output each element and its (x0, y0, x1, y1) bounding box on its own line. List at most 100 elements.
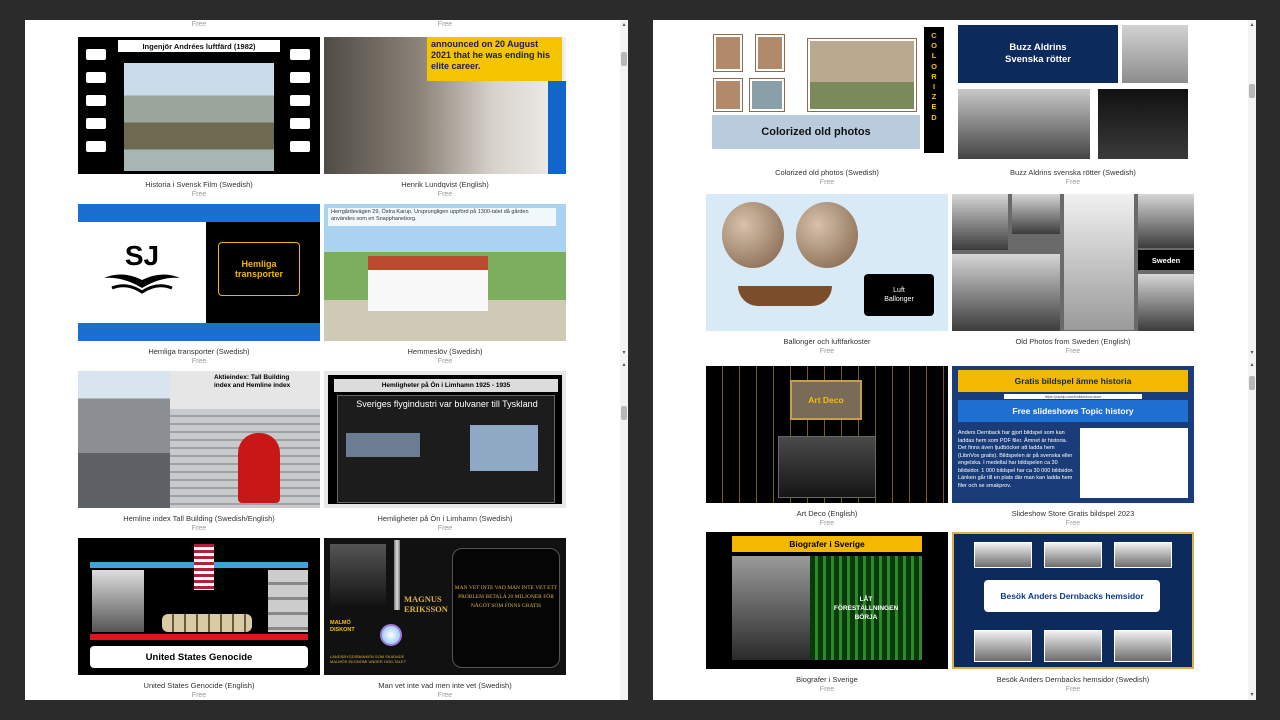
thumbnail-decoration (548, 81, 566, 174)
thumbnail-photo (1114, 630, 1172, 662)
sj-logo: SJ (100, 236, 184, 302)
vertical-letter: I (932, 82, 936, 92)
scroll-thumb[interactable] (1249, 84, 1255, 98)
product-card-ballonger[interactable]: Luft Ballonger Ballonger och luftfarkost… (706, 194, 948, 355)
product-title[interactable]: Hemline index Tall Building (Swedish/Eng… (78, 514, 320, 523)
product-card-historia-film[interactable]: Ingenjör Andrées luftfärd (1982) Histori… (78, 37, 320, 198)
scroll-up-icon[interactable]: ▴ (621, 362, 627, 368)
thumbnail-photo (1044, 542, 1102, 568)
price-label: Free (437, 525, 453, 532)
scroll-down-icon[interactable]: ▾ (621, 350, 627, 356)
thumbnail-caption: Herrgårdevägen 29, Östra Karup, Ursprung… (328, 208, 556, 226)
thumbnail-title: United States Genocide (90, 646, 308, 668)
product-title[interactable]: Historia i Svensk Film (Swedish) (78, 180, 320, 189)
product-thumbnail[interactable]: Ingenjör Andrées luftfärd (1982) (78, 37, 320, 174)
product-title[interactable]: Hemliga transporter (Swedish) (78, 347, 320, 356)
city-image (78, 371, 170, 508)
product-thumbnail[interactable]: Besök Anders Dernbacks hemsidor (952, 532, 1194, 669)
product-card-dernback[interactable]: Besök Anders Dernbacks hemsidor Besök An… (952, 532, 1194, 693)
product-thumbnail[interactable]: MAGNUS ERIKSSON MALMÖ DISKONT LANDSBYGDS… (324, 538, 566, 675)
product-card-genocide[interactable]: United States Genocide United States Gen… (78, 538, 320, 699)
product-card-oldphotos[interactable]: Sweden Old Photos from Sweden (English) … (952, 194, 1194, 355)
product-title[interactable]: Henrik Lundqvist (English) (324, 180, 566, 189)
vertical-letter: E (931, 102, 937, 112)
thumbnail-photo (1138, 274, 1194, 331)
thumbnail-title: Luft Ballonger (864, 274, 934, 316)
thumbnail-photo (974, 542, 1032, 568)
scroll-thumb[interactable] (621, 406, 627, 420)
price-label: Free (191, 358, 207, 365)
product-card-hemliga[interactable]: SJ Hemliga transporter Hemliga transport… (78, 204, 320, 365)
product-thumbnail[interactable]: Buzz Aldrins Svenska rötter (952, 25, 1194, 162)
scroll-down-icon[interactable]: ▾ (1249, 350, 1255, 356)
product-card-artdeco[interactable]: Art Deco Art Deco (English) Free (706, 366, 948, 527)
vertical-letter: O (931, 41, 937, 51)
thumbnail-photo (952, 194, 1008, 250)
product-title[interactable]: Colorized old photos (Swedish) (706, 168, 948, 177)
product-thumbnail[interactable]: United States Genocide (78, 538, 320, 675)
scroll-up-icon[interactable]: ▴ (1249, 362, 1255, 368)
product-title[interactable]: Man vet inte vad men inte vet (Swedish) (324, 681, 566, 690)
product-card-hemmeslov[interactable]: Herrgårdevägen 29, Östra Karup, Ursprung… (324, 204, 566, 365)
thumbnail-title: Art Deco (790, 380, 862, 420)
balloon-image (796, 202, 858, 268)
product-title[interactable]: United States Genocide (English) (78, 681, 320, 690)
thumbnail-side-text: MALMÖ DISKONT (330, 620, 355, 633)
product-card-buzz[interactable]: Buzz Aldrins Svenska rötter Buzz Aldrins… (952, 25, 1194, 186)
thumbnail-photo (1138, 194, 1194, 248)
price-label: Free (819, 686, 835, 693)
scroll-up-icon[interactable]: ▴ (1249, 22, 1255, 28)
knight-image (330, 544, 386, 608)
product-title[interactable]: Ballonger och luftfarkoster (706, 337, 948, 346)
product-title[interactable]: Buzz Aldrins svenska rötter (Swedish) (952, 168, 1194, 177)
product-thumbnail[interactable]: Hemligheter på Ön i Limhamn 1925 - 1935 … (324, 371, 566, 508)
product-card-slideshow[interactable]: Gratis bildspel ämne historia https://pa… (952, 366, 1194, 527)
product-card-manvet[interactable]: MAGNUS ERIKSSON MALMÖ DISKONT LANDSBYGDS… (324, 538, 566, 699)
scroll-up-icon[interactable]: ▴ (621, 22, 627, 28)
product-thumbnail[interactable]: Aktieindex: Tall Building index and Heml… (78, 371, 320, 508)
product-thumbnail[interactable]: Luft Ballonger (706, 194, 948, 331)
scroll-down-icon[interactable]: ▾ (1249, 692, 1255, 698)
product-title[interactable]: Biografer i Sverige (706, 675, 948, 684)
product-title[interactable]: Hemmeslöv (Swedish) (324, 347, 566, 356)
product-title[interactable]: Besök Anders Dernbacks hemsidor (Swedish… (952, 675, 1194, 684)
price-label: Free (437, 358, 453, 365)
thumbnail-stripe (78, 323, 320, 341)
product-thumbnail[interactable]: SJ Hemliga transporter (78, 204, 320, 341)
price-label: Free (191, 21, 207, 28)
product-card-henrik[interactable]: announced on 20 August 2021 that he was … (324, 37, 566, 198)
product-title[interactable]: Old Photos from Sweden (English) (952, 337, 1194, 346)
photo-frame (713, 78, 743, 112)
product-thumbnail[interactable]: Herrgårdevägen 29, Östra Karup, Ursprung… (324, 204, 566, 341)
price-label: Free (437, 692, 453, 699)
scroll-thumb[interactable] (621, 52, 627, 66)
scrollbar[interactable]: ▴ ▾ ▴ ▾ (1248, 20, 1256, 700)
product-card-hemline[interactable]: Aktieindex: Tall Building index and Heml… (78, 371, 320, 532)
scrollbar[interactable]: ▴ ▾ ▴ (620, 20, 628, 700)
thumbnail-photo (1114, 542, 1172, 568)
sj-logo-text: SJ (124, 240, 160, 271)
product-thumbnail[interactable]: Art Deco (706, 366, 948, 503)
product-thumbnail[interactable]: Gratis bildspel ämne historia https://pa… (952, 366, 1194, 503)
thumbnail-photo (1012, 194, 1060, 234)
product-thumbnail[interactable]: announced on 20 August 2021 that he was … (324, 37, 566, 174)
price-label: Free (1065, 179, 1081, 186)
product-title[interactable]: Slideshow Store Gratis bildspel 2023 (952, 509, 1194, 518)
thumbnail-title: Colorized old photos (712, 115, 920, 149)
left-store-panel: Free Free Ingenjör Andrées luftfärd (198… (25, 20, 628, 700)
thumbnail-text: LÅT FÖRESTÄLLNINGEN BÖRJA (810, 556, 922, 660)
sword-image (394, 540, 400, 610)
product-card-limhamn[interactable]: Hemligheter på Ön i Limhamn 1925 - 1935 … (324, 371, 566, 532)
product-thumbnail[interactable]: Colorized old photos COLORIZED (706, 25, 948, 162)
product-thumbnail[interactable]: Biografer i Sverige LÅT FÖRESTÄLLNINGEN … (706, 532, 948, 669)
product-title[interactable]: Art Deco (English) (706, 509, 948, 518)
thumbnail-photo (958, 89, 1090, 159)
thumbnail-title: Gratis bildspel ämne historia (958, 370, 1188, 392)
product-title[interactable]: Hemligheter på Ön i Limhamn (Swedish) (324, 514, 566, 523)
price-label: Free (819, 520, 835, 527)
scroll-thumb[interactable] (1249, 376, 1255, 390)
price-label: Free (1065, 520, 1081, 527)
product-card-biografer[interactable]: Biografer i Sverige LÅT FÖRESTÄLLNINGEN … (706, 532, 948, 693)
product-card-colorized[interactable]: Colorized old photos COLORIZED Colorized… (706, 25, 948, 186)
product-thumbnail[interactable]: Sweden (952, 194, 1194, 331)
